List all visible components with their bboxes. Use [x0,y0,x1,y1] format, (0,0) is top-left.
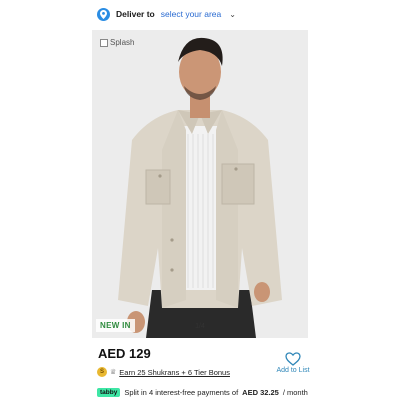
location-pin-icon [97,7,110,21]
shukrans-text[interactable]: Earn 25 Shukrans + 6 Tier Bonus [119,368,230,377]
shukrans-row[interactable]: S ♕ Earn 25 Shukrans + 6 Tier Bonus [97,367,230,377]
new-in-badge: NEW IN [96,319,135,332]
tabby-text-after: / month [282,388,308,397]
add-to-list-label: Add to List [276,367,310,374]
tabby-logo: tabby [97,388,121,397]
tabby-installments[interactable]: tabby Split in 4 interest-free payments … [97,388,308,397]
deliver-label: Deliver to [116,9,155,19]
carousel-pager: 1/4 [195,323,205,330]
heart-outline-icon [285,352,301,366]
chevron-down-icon[interactable]: ⌄ [229,10,236,19]
broken-image-placeholder: Splash [100,38,134,47]
add-to-list-button[interactable]: Add to List [273,352,313,374]
model-photo [92,30,308,338]
tabby-text-before: Split in 4 interest-free payments of [124,388,239,397]
broken-image-icon [100,38,108,47]
crown-icon: ♕ [110,369,117,376]
select-area-link[interactable]: select your area [161,9,221,19]
broken-image-alt: Splash [110,38,135,47]
product-image-carousel[interactable]: Splash NEW IN 1/4 [92,30,308,338]
tabby-amount: AED 32.25 [242,388,279,397]
deliver-to-bar[interactable]: Deliver to select your area ⌄ [92,2,308,26]
product-price: AED 129 [98,346,151,361]
shukran-coin-icon: S [97,367,107,377]
